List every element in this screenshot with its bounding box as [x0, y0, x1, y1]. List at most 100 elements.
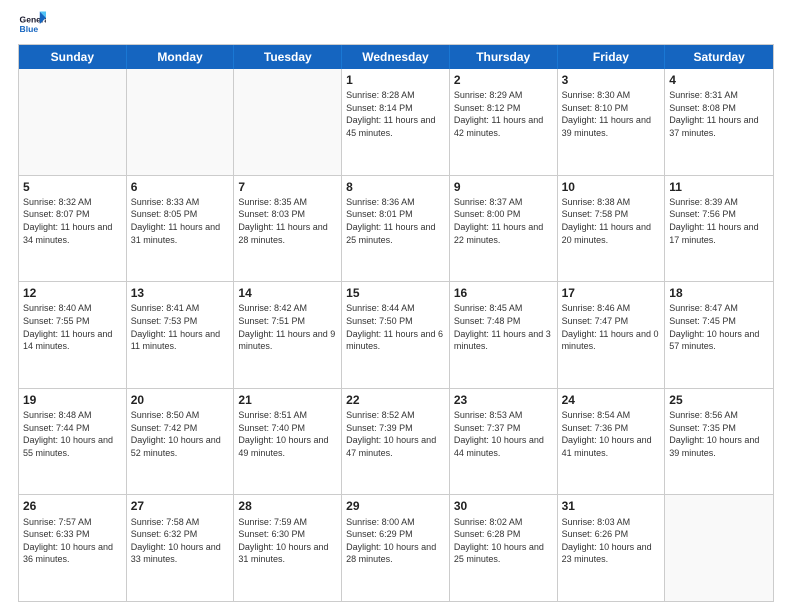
day-info: Sunrise: 8:39 AM Sunset: 7:56 PM Dayligh…	[669, 196, 769, 246]
day-info: Sunrise: 8:28 AM Sunset: 8:14 PM Dayligh…	[346, 89, 445, 139]
day-cell: 1Sunrise: 8:28 AM Sunset: 8:14 PM Daylig…	[342, 69, 450, 175]
day-info: Sunrise: 8:35 AM Sunset: 8:03 PM Dayligh…	[238, 196, 337, 246]
day-cell: 23Sunrise: 8:53 AM Sunset: 7:37 PM Dayli…	[450, 389, 558, 495]
day-cell: 27 Sunrise: 7:58 AM Sunset: 6:32 PM Dayli…	[127, 495, 235, 601]
weekday-header: Tuesday	[234, 45, 342, 69]
day-cell: 24Sunrise: 8:54 AM Sunset: 7:36 PM Dayli…	[558, 389, 666, 495]
day-number: 7	[238, 179, 337, 195]
day-number: 19	[23, 392, 122, 408]
day-cell: 20Sunrise: 8:50 AM Sunset: 7:42 PM Dayli…	[127, 389, 235, 495]
weekday-header: Thursday	[450, 45, 558, 69]
day-number: 23	[454, 392, 553, 408]
header: General Blue	[18, 10, 774, 38]
day-number: 14	[238, 285, 337, 301]
empty-cell	[19, 69, 127, 175]
weekday-header: Saturday	[665, 45, 773, 69]
day-info: Sunrise: 8:41 AM Sunset: 7:53 PM Dayligh…	[131, 302, 230, 352]
day-info: Sunrise: 8:48 AM Sunset: 7:44 PM Dayligh…	[23, 409, 122, 459]
empty-cell	[234, 69, 342, 175]
day-info: Sunrise: 8:40 AM Sunset: 7:55 PM Dayligh…	[23, 302, 122, 352]
day-number: 8	[346, 179, 445, 195]
weekday-header: Wednesday	[342, 45, 450, 69]
day-info: Sunrise: 8:02 AM Sunset: 6:28 PM Dayligh…	[454, 516, 553, 566]
day-info: Sunrise: 8:54 AM Sunset: 7:36 PM Dayligh…	[562, 409, 661, 459]
day-number: 15	[346, 285, 445, 301]
day-info: Sunrise: 8:33 AM Sunset: 8:05 PM Dayligh…	[131, 196, 230, 246]
day-number: 2	[454, 72, 553, 88]
logo-icon: General Blue	[18, 10, 46, 38]
day-cell: 25Sunrise: 8:56 AM Sunset: 7:35 PM Dayli…	[665, 389, 773, 495]
day-info: Sunrise: 8:47 AM Sunset: 7:45 PM Dayligh…	[669, 302, 769, 352]
calendar-header: SundayMondayTuesdayWednesdayThursdayFrid…	[19, 45, 773, 69]
day-cell: 4Sunrise: 8:31 AM Sunset: 8:08 PM Daylig…	[665, 69, 773, 175]
day-number: 12	[23, 285, 122, 301]
day-info: Sunrise: 8:52 AM Sunset: 7:39 PM Dayligh…	[346, 409, 445, 459]
day-info: Sunrise: 8:56 AM Sunset: 7:35 PM Dayligh…	[669, 409, 769, 459]
day-number: 17	[562, 285, 661, 301]
day-info: Sunrise: 8:51 AM Sunset: 7:40 PM Dayligh…	[238, 409, 337, 459]
day-number: 29	[346, 498, 445, 514]
weekday-header: Monday	[127, 45, 235, 69]
day-info: Sunrise: 8:44 AM Sunset: 7:50 PM Dayligh…	[346, 302, 445, 352]
day-number: 10	[562, 179, 661, 195]
day-info: Sunrise: 8:50 AM Sunset: 7:42 PM Dayligh…	[131, 409, 230, 459]
day-info: Sunrise: 8:45 AM Sunset: 7:48 PM Dayligh…	[454, 302, 553, 352]
day-number: 26	[23, 498, 122, 514]
day-cell: 21Sunrise: 8:51 AM Sunset: 7:40 PM Dayli…	[234, 389, 342, 495]
calendar-row: 5Sunrise: 8:32 AM Sunset: 8:07 PM Daylig…	[19, 175, 773, 282]
day-cell: 7Sunrise: 8:35 AM Sunset: 8:03 PM Daylig…	[234, 176, 342, 282]
day-cell: 10Sunrise: 8:38 AM Sunset: 7:58 PM Dayli…	[558, 176, 666, 282]
calendar: SundayMondayTuesdayWednesdayThursdayFrid…	[18, 44, 774, 602]
day-number: 22	[346, 392, 445, 408]
day-cell: 11Sunrise: 8:39 AM Sunset: 7:56 PM Dayli…	[665, 176, 773, 282]
day-info: Sunrise: 8:31 AM Sunset: 8:08 PM Dayligh…	[669, 89, 769, 139]
day-number: 28	[238, 498, 337, 514]
day-info: Sunrise: 8:46 AM Sunset: 7:47 PM Dayligh…	[562, 302, 661, 352]
calendar-row: 26Sunrise: 7:57 AM Sunset: 6:33 PM Dayli…	[19, 494, 773, 601]
day-cell: 2Sunrise: 8:29 AM Sunset: 8:12 PM Daylig…	[450, 69, 558, 175]
day-number: 6	[131, 179, 230, 195]
day-info: Sunrise: 8:30 AM Sunset: 8:10 PM Dayligh…	[562, 89, 661, 139]
day-number: 5	[23, 179, 122, 195]
day-info: Sunrise: 8:03 AM Sunset: 6:26 PM Dayligh…	[562, 516, 661, 566]
day-number: 30	[454, 498, 553, 514]
day-number: 24	[562, 392, 661, 408]
page: General Blue SundayMondayTuesdayWednesda…	[0, 0, 792, 612]
day-cell: 17Sunrise: 8:46 AM Sunset: 7:47 PM Dayli…	[558, 282, 666, 388]
day-info: Sunrise: 8:53 AM Sunset: 7:37 PM Dayligh…	[454, 409, 553, 459]
day-cell: 12Sunrise: 8:40 AM Sunset: 7:55 PM Dayli…	[19, 282, 127, 388]
empty-cell	[665, 495, 773, 601]
svg-text:Blue: Blue	[20, 24, 39, 34]
day-cell: 22Sunrise: 8:52 AM Sunset: 7:39 PM Dayli…	[342, 389, 450, 495]
day-number: 3	[562, 72, 661, 88]
day-number: 18	[669, 285, 769, 301]
day-number: 4	[669, 72, 769, 88]
day-cell: 16Sunrise: 8:45 AM Sunset: 7:48 PM Dayli…	[450, 282, 558, 388]
day-cell: 14Sunrise: 8:42 AM Sunset: 7:51 PM Dayli…	[234, 282, 342, 388]
calendar-body: 1Sunrise: 8:28 AM Sunset: 8:14 PM Daylig…	[19, 69, 773, 601]
day-cell: 6Sunrise: 8:33 AM Sunset: 8:05 PM Daylig…	[127, 176, 235, 282]
day-cell: 19Sunrise: 8:48 AM Sunset: 7:44 PM Dayli…	[19, 389, 127, 495]
weekday-header: Sunday	[19, 45, 127, 69]
day-number: 13	[131, 285, 230, 301]
day-info: Sunrise: 8:32 AM Sunset: 8:07 PM Dayligh…	[23, 196, 122, 246]
day-info: Sunrise: 8:29 AM Sunset: 8:12 PM Dayligh…	[454, 89, 553, 139]
day-cell: 13Sunrise: 8:41 AM Sunset: 7:53 PM Dayli…	[127, 282, 235, 388]
day-info: Sunrise: 8:00 AM Sunset: 6:29 PM Dayligh…	[346, 516, 445, 566]
day-info: Sunrise: 8:36 AM Sunset: 8:01 PM Dayligh…	[346, 196, 445, 246]
day-cell: 9Sunrise: 8:37 AM Sunset: 8:00 PM Daylig…	[450, 176, 558, 282]
day-cell: 30 Sunrise: 8:02 AM Sunset: 6:28 PM Dayli…	[450, 495, 558, 601]
day-number: 31	[562, 498, 661, 514]
day-number: 21	[238, 392, 337, 408]
calendar-row: 1Sunrise: 8:28 AM Sunset: 8:14 PM Daylig…	[19, 69, 773, 175]
day-number: 25	[669, 392, 769, 408]
calendar-row: 12Sunrise: 8:40 AM Sunset: 7:55 PM Dayli…	[19, 281, 773, 388]
day-info: Sunrise: 7:58 AM Sunset: 6:32 PM Dayligh…	[131, 516, 230, 566]
empty-cell	[127, 69, 235, 175]
day-number: 27	[131, 498, 230, 514]
day-number: 9	[454, 179, 553, 195]
day-info: Sunrise: 7:59 AM Sunset: 6:30 PM Dayligh…	[238, 516, 337, 566]
day-cell: 15Sunrise: 8:44 AM Sunset: 7:50 PM Dayli…	[342, 282, 450, 388]
day-info: Sunrise: 8:37 AM Sunset: 8:00 PM Dayligh…	[454, 196, 553, 246]
day-cell: 5Sunrise: 8:32 AM Sunset: 8:07 PM Daylig…	[19, 176, 127, 282]
